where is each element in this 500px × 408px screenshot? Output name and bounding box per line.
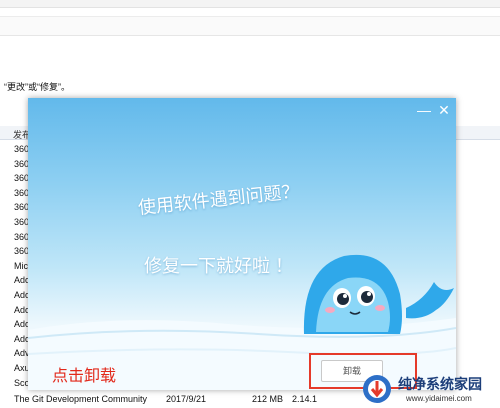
program-size: 212 MB	[252, 394, 284, 404]
uninstall-dialog: — ✕ 使用软件遇到问题？ 修复一下就好啦 ！ 点击卸载 卸载	[28, 98, 456, 390]
question-text: 使用软件遇到问题？	[137, 181, 301, 218]
minimize-button[interactable]: —	[416, 102, 432, 118]
mascot-illustration	[303, 254, 454, 334]
close-button[interactable]: ✕	[436, 102, 452, 118]
program-name: 360	[14, 246, 30, 256]
reassure-text: 修复一下就好啦 ！	[144, 256, 294, 276]
watermark-url: www.yidaimei.com	[406, 394, 472, 403]
program-name: 360	[14, 173, 30, 183]
program-name: 360	[14, 217, 30, 227]
program-name: 360	[14, 159, 30, 169]
program-name: 360	[14, 202, 30, 212]
watermark-logo-icon	[363, 375, 391, 403]
program-name: 360	[14, 144, 30, 154]
annotation-click-uninstall: 点击卸载	[52, 368, 117, 385]
program-name: The Git Development Community	[14, 394, 148, 404]
program-version: 2.14.1	[292, 394, 318, 404]
program-name: 360	[14, 188, 30, 198]
install-date: 2017/9/21	[166, 394, 207, 404]
instruction-text: “更改”或“修复”。	[4, 82, 70, 92]
watermark: 纯净系统家园 www.yidaimei.com	[360, 372, 500, 408]
window-top-strip	[0, 0, 500, 8]
program-name: 360	[14, 232, 30, 242]
watermark-title: 纯净系统家园	[398, 376, 482, 392]
program-name: Mic	[14, 261, 28, 271]
window-toolbar-strip	[0, 16, 500, 36]
